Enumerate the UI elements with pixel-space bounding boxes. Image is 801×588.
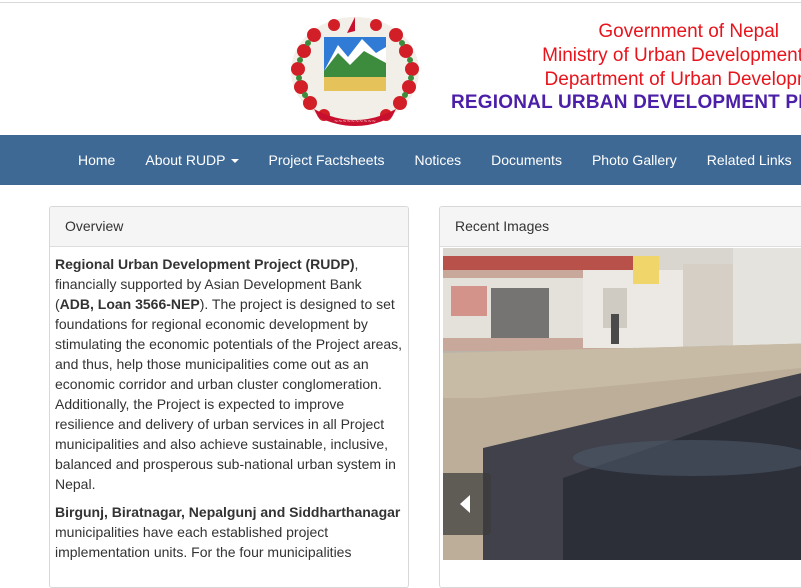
overview-text: ). The project is designed to set founda… [55, 296, 403, 492]
caret-down-icon [230, 159, 239, 164]
nav-notices-label: Notices [414, 152, 462, 168]
nav-photo-gallery[interactable]: Photo Gallery [577, 135, 692, 185]
main-navbar: Home About RUDP Project Factsheets Notic… [0, 135, 801, 185]
overview-paragraph-2: Birgunj, Biratnagar, Nepalgunj and Siddh… [55, 502, 403, 562]
nav-about-label: About RUDP [145, 152, 226, 168]
nav-gallery-label: Photo Gallery [591, 152, 677, 168]
project-title: REGIONAL URBAN DEVELOPMENT PROJECT [451, 92, 801, 113]
ministry-line: Ministry of Urban Development [542, 45, 801, 66]
nav-documents-label: Documents [491, 152, 562, 168]
overview-heading: Overview [50, 207, 408, 247]
municipality-names: Birgunj, Biratnagar, Nepalgunj and Siddh… [55, 504, 401, 520]
nepal-emblem-icon: ~~~~~~~~~~ [291, 17, 419, 126]
nav-related-links[interactable]: Related Links [692, 135, 801, 185]
site-header: ~~~~~~~~~~ Government of Nepal Ministry … [0, 3, 801, 135]
carousel-prev-button[interactable] [443, 473, 491, 535]
carousel-image[interactable] [443, 248, 801, 560]
nav-project-factsheets[interactable]: Project Factsheets [254, 135, 400, 185]
chevron-left-icon [460, 495, 470, 513]
recent-images-panel: Recent Images [439, 206, 801, 588]
svg-text:~~~~~~~~~~: ~~~~~~~~~~ [334, 119, 376, 125]
nav-notices[interactable]: Notices [399, 135, 476, 185]
nav-documents[interactable]: Documents [476, 135, 577, 185]
department-line: Department of Urban Development and Buil… [544, 69, 801, 90]
overview-panel: Overview Regional Urban Development Proj… [49, 206, 409, 588]
nav-factsheets-label: Project Factsheets [268, 152, 385, 168]
nav-about-rudp-dropdown[interactable]: About RUDP [130, 135, 253, 185]
overview-body: Regional Urban Development Project (RUDP… [50, 247, 408, 562]
nav-home[interactable]: Home [63, 135, 130, 185]
project-name: Regional Urban Development Project (RUDP… [55, 256, 355, 272]
recent-images-heading: Recent Images [440, 207, 801, 247]
nav-links-label: Related Links [706, 152, 792, 168]
overview-text: municipalities have each established pro… [55, 524, 352, 560]
street-photo [443, 248, 801, 560]
loan-reference: ADB, Loan 3566-NEP [59, 296, 200, 312]
overview-paragraph-1: Regional Urban Development Project (RUDP… [55, 254, 403, 494]
nav-home-label: Home [78, 152, 116, 168]
government-line: Government of Nepal [598, 21, 779, 42]
